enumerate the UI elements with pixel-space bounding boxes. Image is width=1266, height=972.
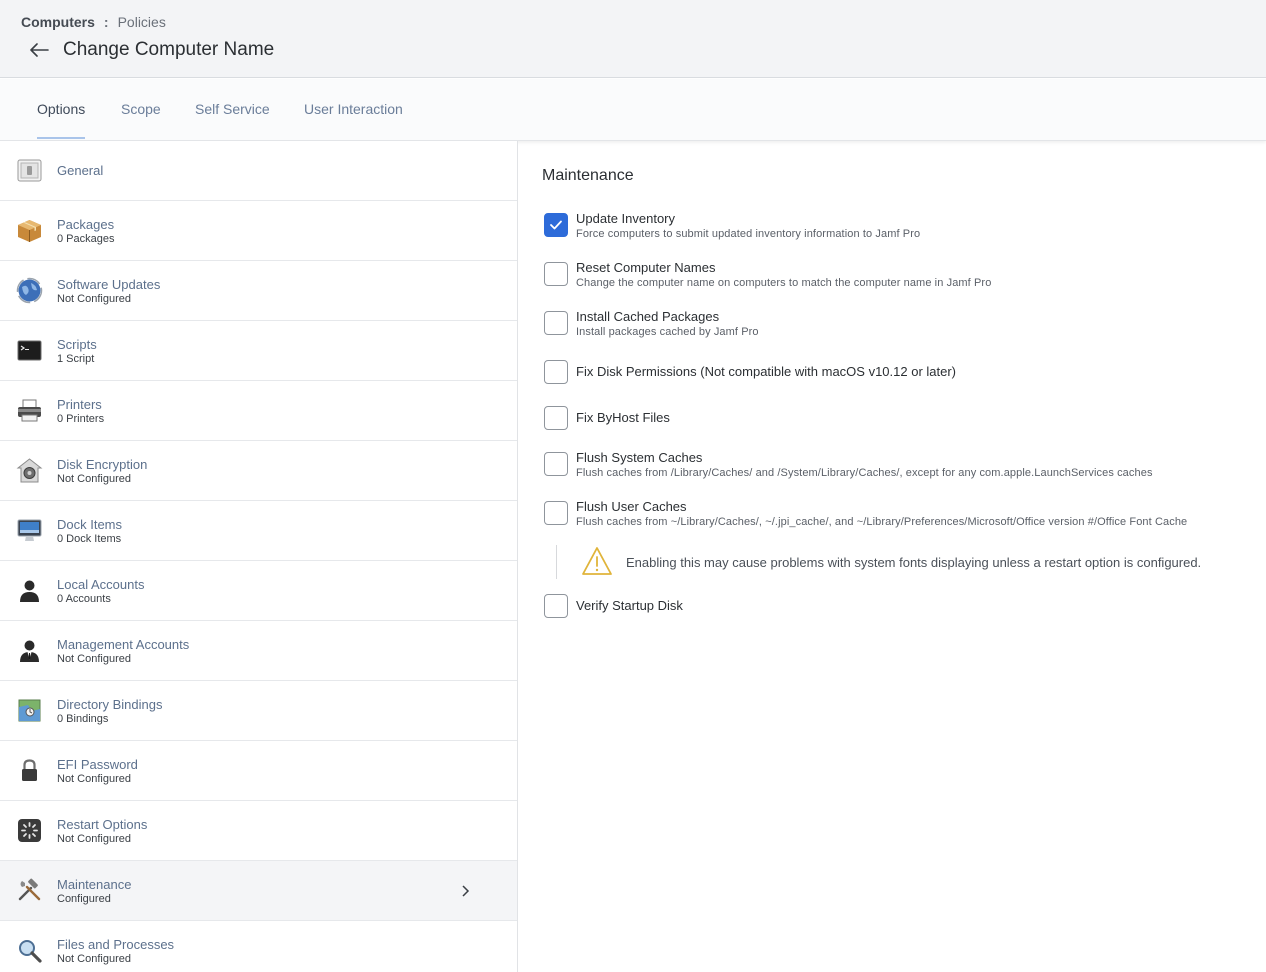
- verify-startup-disk-checkbox[interactable]: [544, 594, 568, 618]
- sidebar-item-label: Maintenance: [57, 877, 132, 892]
- option-label: Flush User Caches: [576, 499, 687, 514]
- sidebar-item-status: 0 Accounts: [57, 593, 111, 605]
- sidebar-item-local-accounts[interactable]: Local Accounts 0 Accounts: [0, 561, 517, 621]
- option-label: Update Inventory: [576, 211, 676, 226]
- hammer-wrench-icon: [18, 878, 41, 901]
- page-header: Computers : Policies Change Computer Nam…: [0, 0, 1266, 78]
- option-description: Change the computer name on computers to…: [576, 277, 992, 289]
- sidebar-item-files-and-processes[interactable]: Files and Processes Not Configured: [0, 921, 517, 972]
- payload-sidebar: General Packages 0 Packages Software Upd…: [0, 141, 518, 972]
- warning-triangle-icon: [582, 547, 612, 575]
- page-title: Change Computer Name: [63, 39, 275, 60]
- chevron-right-icon: [462, 885, 470, 897]
- flush-system-caches-checkbox[interactable]: [544, 452, 568, 476]
- tab-options[interactable]: Options: [37, 101, 86, 139]
- sidebar-item-directory-bindings[interactable]: Directory Bindings 0 Bindings: [0, 681, 517, 741]
- directory-map-icon: [18, 699, 41, 722]
- sidebar-item-label: Disk Encryption: [57, 457, 148, 472]
- sidebar-item-status: Not Configured: [57, 293, 131, 305]
- sidebar-item-label: EFI Password: [57, 757, 138, 772]
- sidebar-item-label: Local Accounts: [57, 577, 145, 592]
- tab-scope[interactable]: Scope: [121, 101, 161, 139]
- terminal-icon: [17, 340, 42, 361]
- sidebar-item-status: Not Configured: [57, 653, 131, 665]
- sidebar-item-dock-items[interactable]: Dock Items 0 Dock Items: [0, 501, 517, 561]
- sidebar-item-status: 1 Script: [57, 353, 95, 365]
- option-label: Install Cached Packages: [576, 309, 720, 324]
- general-switch-icon: [17, 159, 42, 182]
- option-description: Force computers to submit updated invent…: [576, 228, 921, 240]
- breadcrumb-computers[interactable]: Computers: [21, 14, 95, 30]
- sidebar-item-label: Directory Bindings: [57, 697, 163, 712]
- sidebar-item-management-accounts[interactable]: Management Accounts Not Configured: [0, 621, 517, 681]
- option-label: Fix ByHost Files: [576, 410, 670, 425]
- flush-user-caches-checkbox[interactable]: [544, 501, 568, 525]
- sidebar-item-status: Not Configured: [57, 773, 131, 785]
- admin-user-icon: [20, 640, 39, 662]
- option-description: Flush caches from /Library/Caches/ and /…: [576, 467, 1153, 479]
- sidebar-item-status: Not Configured: [57, 953, 131, 965]
- user-silhouette-icon: [20, 580, 39, 602]
- sidebar-item-status: 0 Printers: [57, 413, 105, 425]
- sidebar-item-disk-encryption[interactable]: Disk Encryption Not Configured: [0, 441, 517, 501]
- tab-user-interaction[interactable]: User Interaction: [304, 101, 403, 139]
- software-update-globe-icon: [16, 277, 43, 304]
- option-label: Flush System Caches: [576, 450, 703, 465]
- sidebar-item-label: Scripts: [57, 337, 97, 352]
- sidebar-item-label: Files and Processes: [57, 937, 175, 952]
- option-label: Reset Computer Names: [576, 260, 716, 275]
- fix-disk-permissions-checkbox[interactable]: [544, 360, 568, 384]
- magnifier-icon: [19, 940, 42, 963]
- filevault-house-icon: [16, 458, 43, 483]
- option-description: Install packages cached by Jamf Pro: [576, 326, 759, 338]
- sidebar-item-label: Packages: [57, 217, 115, 232]
- sidebar-item-status: Not Configured: [57, 473, 131, 485]
- checkmark-icon: [550, 220, 562, 230]
- imac-dock-icon: [17, 519, 42, 541]
- option-description: Flush caches from ~/Library/Caches/, ~/.…: [576, 516, 1188, 528]
- sidebar-item-label: Software Updates: [57, 277, 161, 292]
- install-cached-packages-checkbox[interactable]: [544, 311, 568, 335]
- printer-icon: [18, 399, 41, 422]
- maintenance-panel: Maintenance Update Inventory Force compu…: [518, 141, 1266, 972]
- tab-self-service[interactable]: Self Service: [195, 101, 270, 139]
- sidebar-item-software-updates[interactable]: Software Updates Not Configured: [0, 261, 517, 321]
- sidebar-item-status: 0 Dock Items: [57, 533, 122, 545]
- lock-icon: [22, 759, 37, 781]
- sidebar-item-maintenance[interactable]: Maintenance Configured: [0, 861, 517, 921]
- restart-spinner-icon: [18, 819, 41, 842]
- sidebar-item-general[interactable]: General: [0, 141, 517, 201]
- option-label: Fix Disk Permissions (Not compatible wit…: [576, 364, 957, 379]
- sidebar-item-label: Dock Items: [57, 517, 123, 532]
- sidebar-item-label: Management Accounts: [57, 637, 190, 652]
- tab-bar: Options Scope Self Service User Interact…: [0, 79, 1266, 141]
- sidebar-item-packages[interactable]: Packages 0 Packages: [0, 201, 517, 261]
- fix-byhost-files-checkbox[interactable]: [544, 406, 568, 430]
- sidebar-item-label: General: [57, 163, 104, 178]
- update-inventory-checkbox[interactable]: [544, 213, 568, 237]
- sidebar-item-status: Configured: [57, 893, 111, 905]
- sidebar-item-label: Restart Options: [57, 817, 148, 832]
- sidebar-item-scripts[interactable]: Scripts 1 Script: [0, 321, 517, 381]
- package-box-icon: [18, 220, 41, 242]
- sidebar-item-printers[interactable]: Printers 0 Printers: [0, 381, 517, 441]
- sidebar-item-restart-options[interactable]: Restart Options Not Configured: [0, 801, 517, 861]
- sidebar-item-efi-password[interactable]: EFI Password Not Configured: [0, 741, 517, 801]
- option-label: Verify Startup Disk: [576, 598, 683, 613]
- back-arrow-icon[interactable]: [28, 38, 50, 62]
- reset-computer-names-checkbox[interactable]: [544, 262, 568, 286]
- sidebar-item-status: 0 Packages: [57, 233, 115, 245]
- sidebar-item-label: Printers: [57, 397, 102, 412]
- section-title: Maintenance: [542, 167, 634, 184]
- sidebar-item-status: 0 Bindings: [57, 713, 109, 725]
- breadcrumb: Computers : Policies: [21, 14, 166, 30]
- sidebar-item-status: Not Configured: [57, 833, 131, 845]
- breadcrumb-policies[interactable]: Policies: [118, 14, 166, 30]
- font-cache-warning: Enabling this may cause problems with sy…: [556, 545, 1256, 579]
- warning-text: Enabling this may cause problems with sy…: [626, 555, 1202, 570]
- breadcrumb-separator: :: [103, 14, 109, 30]
